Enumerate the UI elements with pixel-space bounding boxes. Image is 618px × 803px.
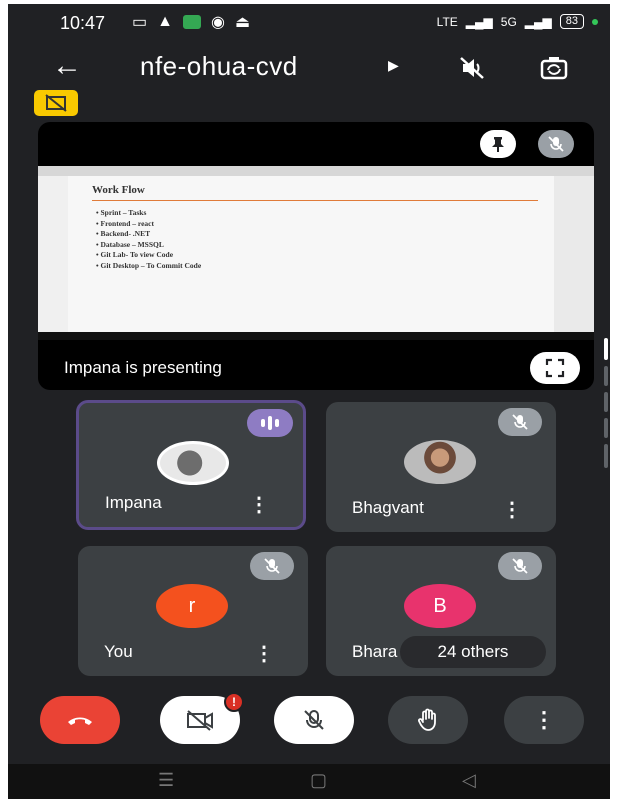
mic-off-icon	[304, 710, 324, 730]
android-nav-bar: ☰ ▢ ◁	[8, 764, 610, 799]
app-icon	[182, 15, 201, 29]
raise-hand-button[interactable]	[388, 696, 468, 744]
mic-off-icon	[512, 414, 528, 430]
person-icon: ⏏	[234, 14, 251, 31]
slide-item: Git Lab- To view Code	[96, 250, 201, 261]
avatar: B	[404, 584, 476, 628]
signal-icon-2: ▂▄▆	[524, 14, 552, 29]
meeting-header: ← nfe-ohua-cvd ▶	[8, 44, 610, 90]
fullscreen-button[interactable]	[530, 352, 580, 384]
slide-item: Sprint – Tasks	[96, 208, 201, 219]
status-icons-left: ▭ ▲ ◉ ⏏	[132, 12, 250, 32]
end-call-button[interactable]	[40, 696, 120, 744]
participant-tile[interactable]: Bhagvant ⋮	[326, 402, 556, 532]
recents-icon[interactable]: ☰	[158, 770, 174, 791]
scrollbar-segment	[604, 444, 608, 468]
participant-name: Bhagvant	[352, 498, 424, 517]
avatar: r	[156, 584, 228, 628]
presentation-badge	[34, 90, 78, 116]
scrollbar-segment	[604, 366, 608, 386]
avatar	[157, 441, 229, 485]
more-options-button[interactable]: ⋮	[504, 696, 584, 744]
slide-divider	[92, 200, 538, 201]
scrollbar-segment	[604, 418, 608, 438]
video-indicator-icon: ▭	[132, 14, 148, 31]
mic-off-icon	[264, 558, 280, 574]
status-bar: 10:47 ▭ ▲ ◉ ⏏ LTE ▂▄▆ 5G ▂▄▆ 83	[8, 4, 610, 42]
avatar	[404, 440, 476, 484]
raise-hand-icon	[418, 708, 436, 731]
more-vertical-icon[interactable]: ⋮	[249, 495, 269, 515]
mic-off-icon	[512, 558, 528, 574]
slide-item: Database – MSSQL	[96, 240, 201, 251]
battery-indicator: 83	[559, 14, 584, 29]
audio-bar	[275, 419, 279, 427]
status-time: 10:47	[60, 13, 106, 33]
participant-tile[interactable]: r You ⋮	[78, 546, 308, 676]
shared-window-taskbar	[38, 332, 594, 340]
more-vertical-icon: ⋮	[533, 707, 555, 732]
signal-icon: ▂▄▆	[465, 14, 493, 29]
more-vertical-icon[interactable]: ⋮	[502, 500, 522, 520]
phone-hangup-icon	[68, 717, 92, 725]
network-type: LTE	[436, 14, 458, 29]
slide-item: Frontend – react	[96, 219, 201, 230]
participant-name: Impana	[105, 493, 162, 512]
signal-5g: 5G	[500, 14, 517, 29]
speaking-indicator	[247, 409, 293, 437]
shared-window-side-panel	[554, 176, 594, 332]
caret-right-icon[interactable]: ▶	[388, 57, 399, 74]
privacy-dot	[592, 18, 598, 25]
slide-title: Work Flow	[92, 184, 145, 196]
status-icons-right: LTE ▂▄▆ 5G ▂▄▆ 83	[437, 14, 598, 29]
participant-name: You	[104, 642, 133, 661]
mute-indicator	[498, 552, 542, 580]
circle-icon: ◉	[210, 14, 225, 31]
present-off-icon	[45, 94, 67, 112]
back-arrow-icon[interactable]: ←	[52, 48, 82, 84]
pin-button[interactable]	[480, 130, 516, 158]
scrollbar-segment	[604, 392, 608, 412]
shared-screen: Work Flow Sprint – Tasks Frontend – reac…	[38, 166, 594, 340]
switch-camera-icon[interactable]	[536, 50, 572, 86]
presenting-label: Impana is presenting	[64, 358, 222, 377]
fullscreen-icon	[545, 358, 565, 378]
camera-off-icon	[187, 710, 213, 731]
speaker-off-icon[interactable]	[454, 50, 490, 86]
slide-list: Sprint – Tasks Frontend – react Backend-…	[96, 208, 202, 272]
slide-item: Git Desktop – To Commit Code	[96, 261, 202, 272]
participant-tile[interactable]: Impana ⋮	[76, 400, 306, 530]
pin-icon	[492, 137, 504, 152]
mic-toggle-button[interactable]	[274, 696, 354, 744]
presenter-mute-indicator	[538, 130, 574, 158]
audio-bar	[268, 416, 272, 430]
participant-name: Bhara	[352, 642, 398, 661]
mute-indicator	[250, 552, 294, 580]
meeting-title[interactable]: nfe-ohua-cvd	[140, 51, 298, 82]
more-vertical-icon[interactable]: ⋮	[254, 644, 274, 664]
shared-window-titlebar	[38, 166, 594, 176]
scrollbar-thumb[interactable]	[604, 338, 608, 360]
others-count-pill[interactable]: 24 others	[400, 636, 546, 668]
slide-item: Backend- .NET	[96, 229, 201, 240]
back-icon[interactable]: ◁	[462, 770, 476, 791]
mute-indicator	[498, 408, 542, 436]
notification-badge: !	[224, 692, 244, 712]
warning-icon: ▲	[157, 13, 173, 30]
audio-bar	[261, 419, 265, 427]
slide: Work Flow Sprint – Tasks Frontend – reac…	[68, 176, 554, 332]
home-icon[interactable]: ▢	[310, 770, 327, 791]
phone-screen: 10:47 ▭ ▲ ◉ ⏏ LTE ▂▄▆ 5G ▂▄▆ 83 ← nfe-oh…	[8, 4, 610, 799]
mic-off-icon	[548, 136, 564, 152]
presentation-view[interactable]: Work Flow Sprint – Tasks Frontend – reac…	[38, 122, 594, 390]
